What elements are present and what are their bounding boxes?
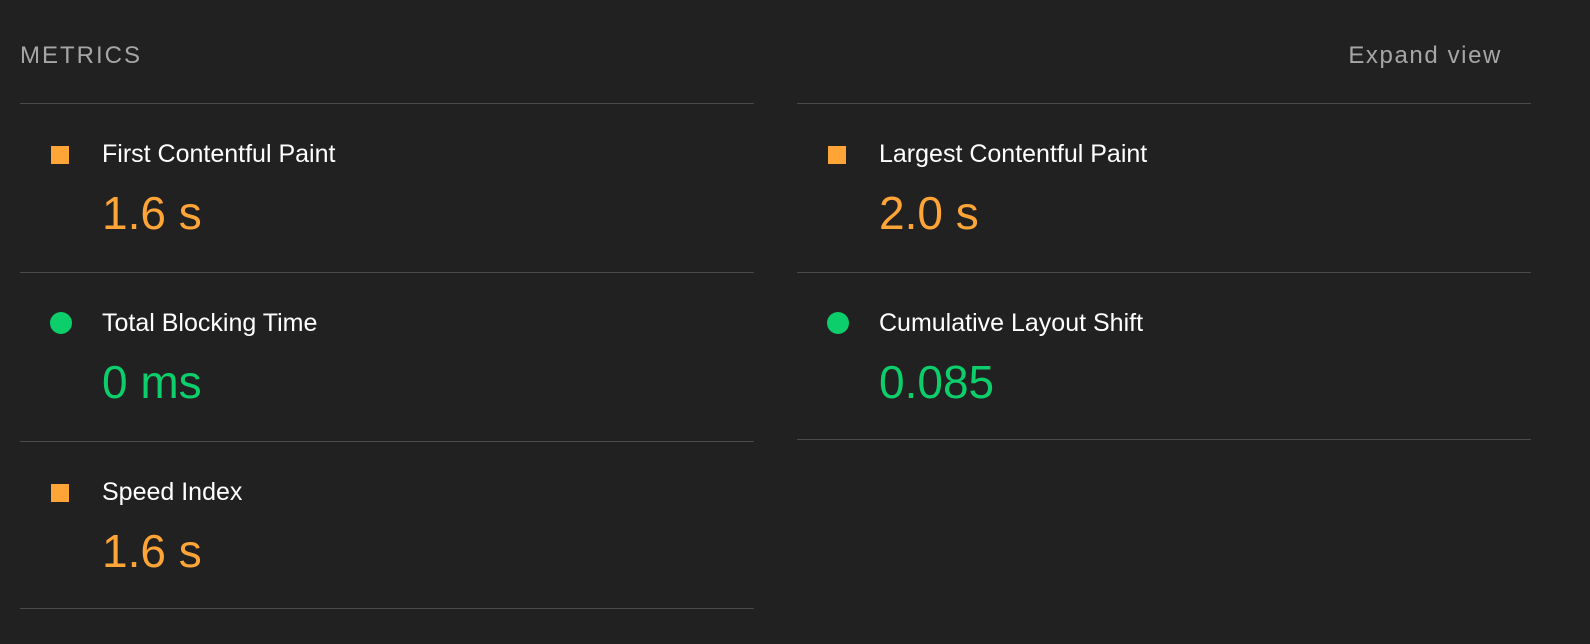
green-circle-icon (50, 312, 72, 334)
metric-label: Largest Contentful Paint (879, 140, 1148, 168)
orange-square-icon (828, 146, 846, 164)
metric-value: 1.6 s (102, 525, 202, 577)
metric-label: Speed Index (102, 478, 243, 506)
orange-square-icon (51, 146, 69, 164)
metric-label: Cumulative Layout Shift (879, 309, 1144, 337)
metric-cumulative-layout-shift: Cumulative Layout Shift 0.085 (797, 273, 1531, 441)
metric-largest-contentful-paint: Largest Contentful Paint 2.0 s (797, 104, 1531, 272)
metrics-title: METRICS (20, 42, 142, 69)
metric-label: Total Blocking Time (102, 309, 318, 337)
metric-value: 0.085 (879, 356, 995, 408)
metric-speed-index: Speed Index 1.6 s (20, 442, 754, 610)
metric-total-blocking-time: Total Blocking Time 0 ms (20, 273, 754, 441)
metric-first-contentful-paint: First Contentful Paint 1.6 s (20, 104, 754, 272)
orange-square-icon (51, 484, 69, 502)
metric-value: 2.0 s (879, 187, 979, 239)
metric-value: 0 ms (102, 356, 202, 408)
metric-label: First Contentful Paint (102, 140, 336, 168)
green-circle-icon (827, 312, 849, 334)
metric-value: 1.6 s (102, 187, 202, 239)
expand-view-button[interactable]: Expand view (1348, 40, 1502, 72)
